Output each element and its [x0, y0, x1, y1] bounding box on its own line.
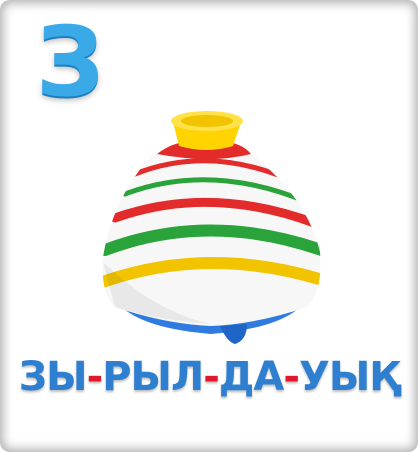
syllable-1: ЗЫ — [18, 354, 88, 400]
hyphen-1: - — [86, 354, 104, 400]
syllable-4: УЫҚ — [299, 354, 400, 400]
syllable-3: ДА — [218, 354, 285, 400]
flash-card: З ЗЫ-РЫЛ-ДА-УЫҚ — [0, 0, 418, 452]
spinning-top-icon — [102, 111, 321, 344]
card-letter: З — [36, 6, 105, 118]
hyphen-2: - — [203, 354, 220, 400]
card-word: ЗЫ-РЫЛ-ДА-УЫҚ — [0, 354, 418, 400]
hyphen-3: - — [283, 354, 300, 400]
syllable-2: РЫЛ — [102, 354, 204, 400]
